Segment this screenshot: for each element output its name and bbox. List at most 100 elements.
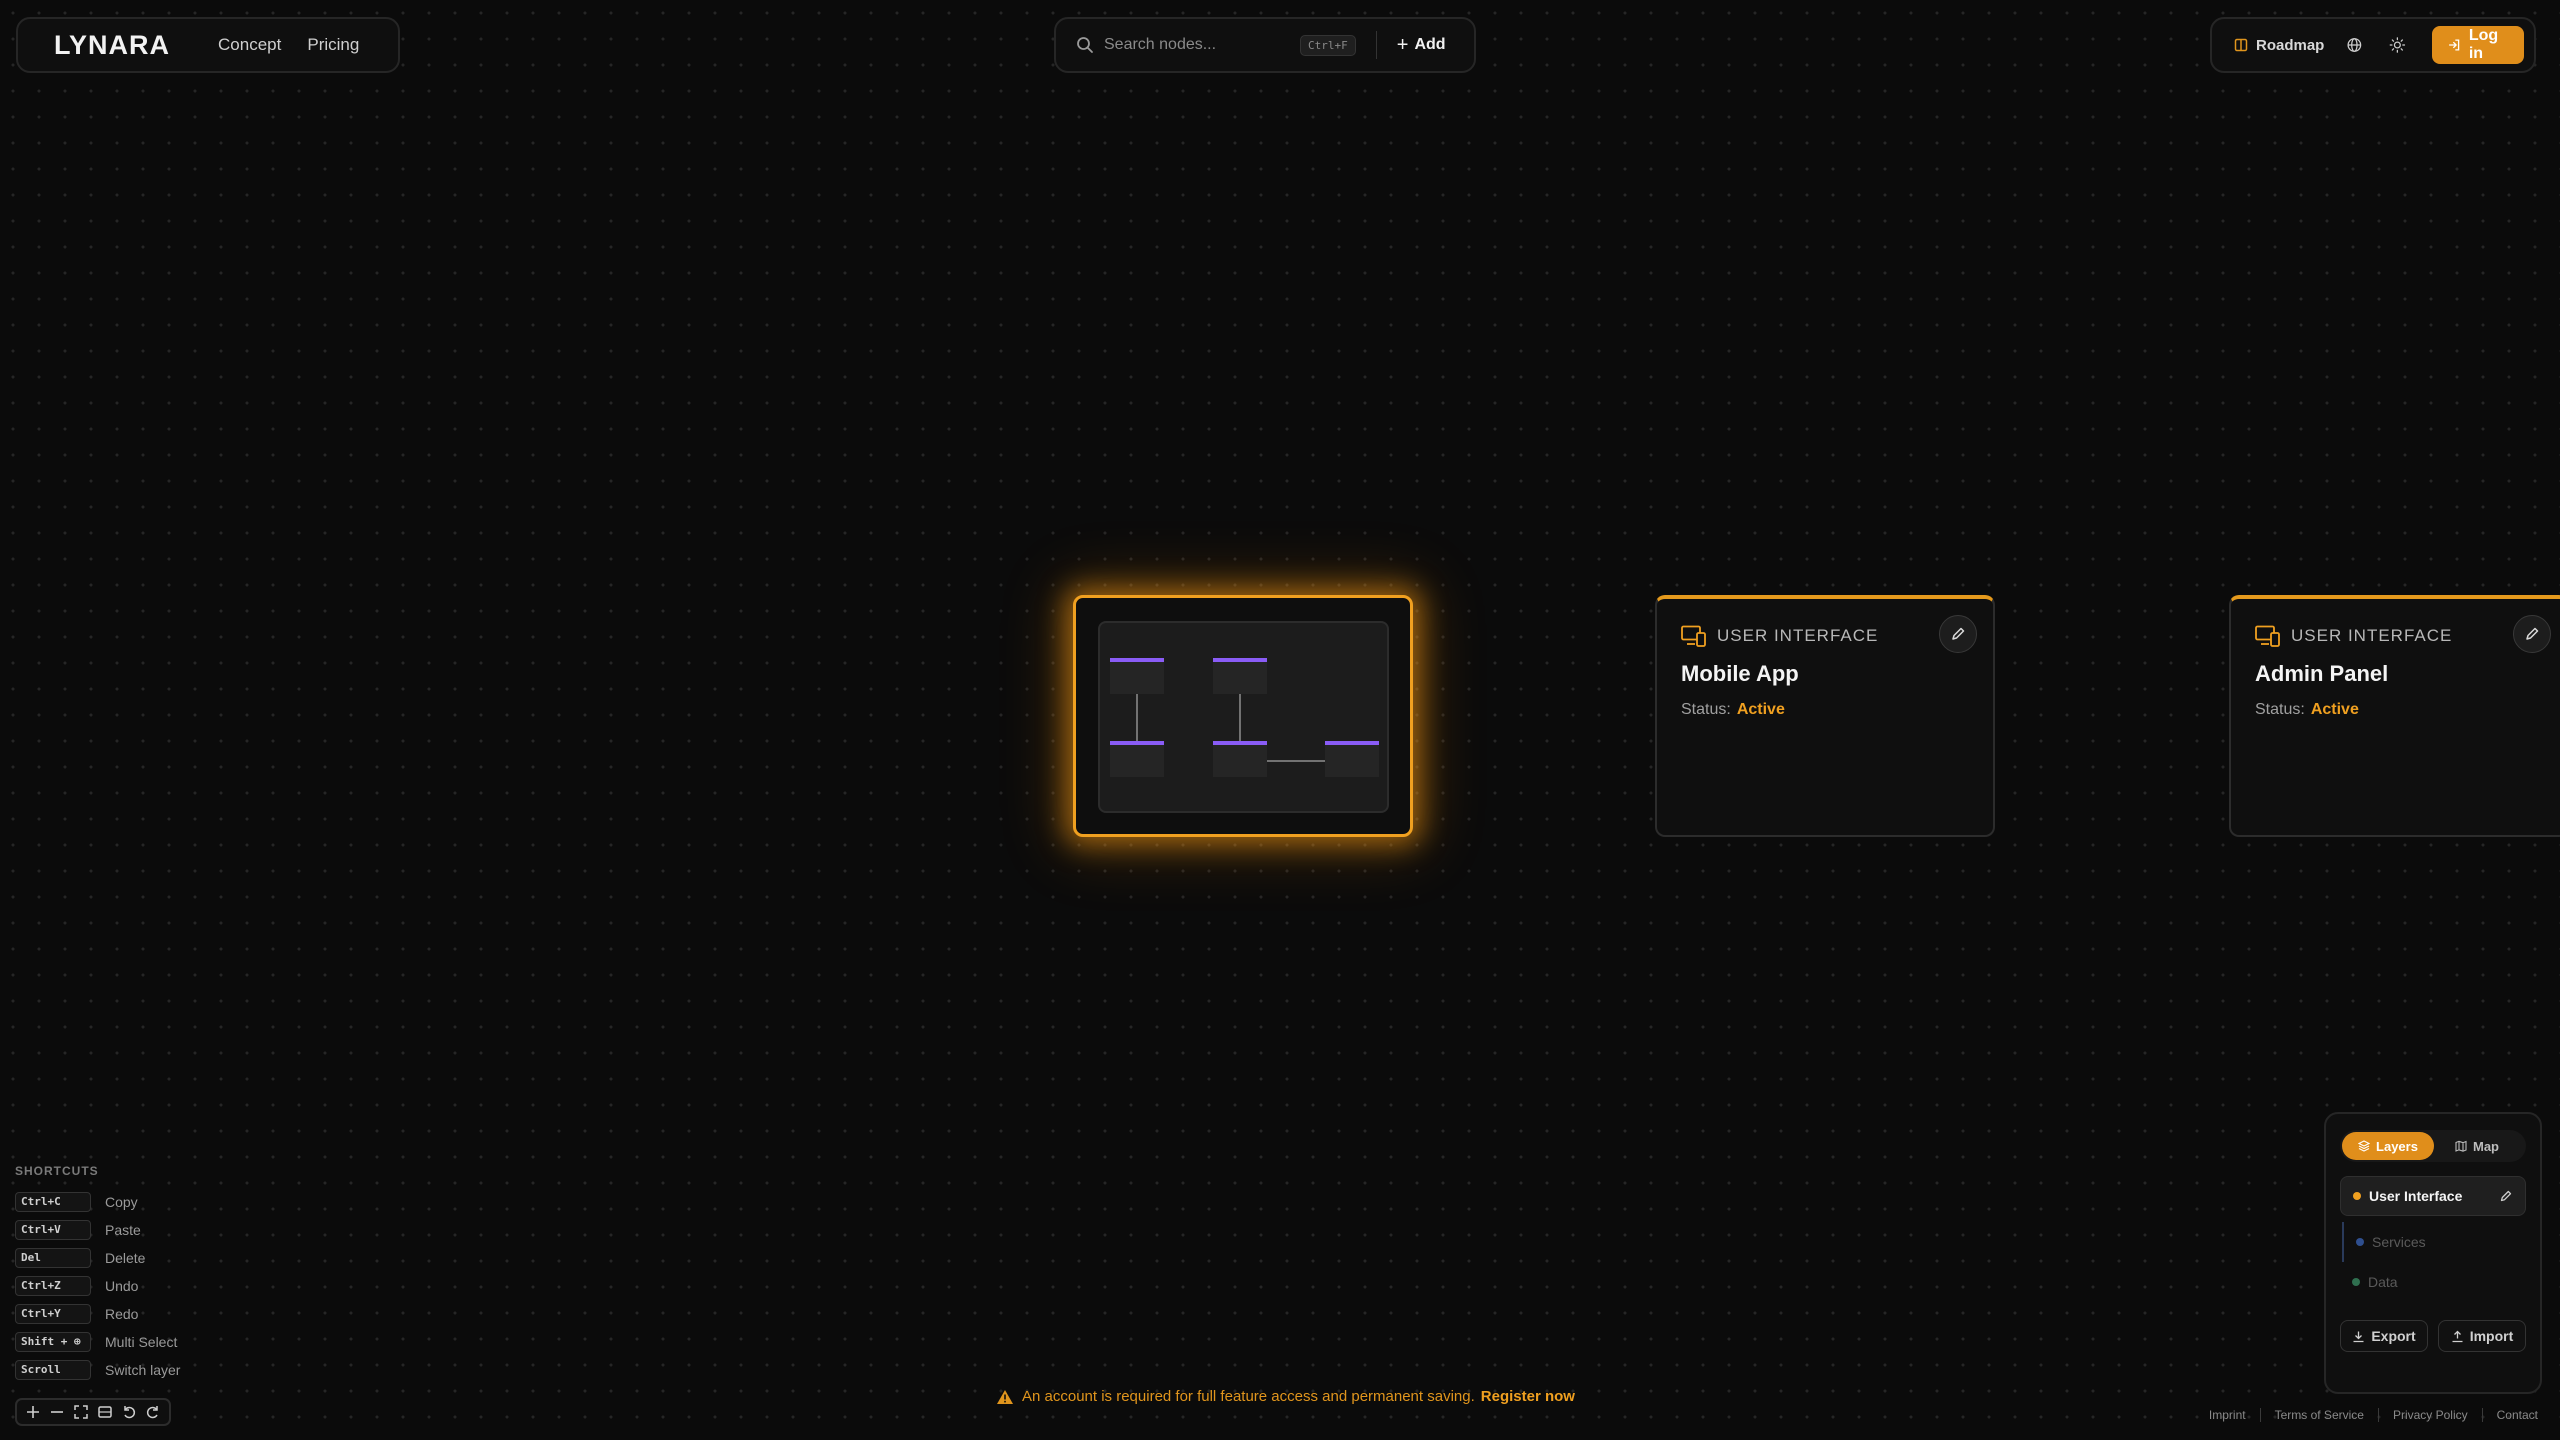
monitor-phone-icon (1681, 625, 1706, 647)
layer-item-data[interactable]: Data (2340, 1262, 2526, 1302)
shortcut-row: Ctrl+Z Undo (15, 1272, 180, 1300)
shortcut-label: Multi Select (105, 1334, 178, 1350)
search-input[interactable] (1104, 36, 1300, 54)
pencil-icon (2526, 627, 2539, 640)
footer-link-imprint[interactable]: Imprint (2209, 1408, 2246, 1422)
shortcut-key: Ctrl+Y (15, 1304, 91, 1324)
brand-nav-bar: LYNARA Concept Pricing (16, 17, 400, 73)
plus-icon: + (1396, 33, 1409, 56)
brand-name[interactable]: LYNARA (54, 30, 170, 61)
shortcut-label: Delete (105, 1250, 146, 1266)
diagram-block (1110, 658, 1164, 694)
zoom-in-icon[interactable] (24, 1403, 42, 1421)
shortcut-label: Paste (105, 1222, 141, 1238)
banner-text: An account is required for full feature … (1022, 1388, 1475, 1405)
panel-actions: Export Import (2340, 1320, 2526, 1352)
shortcut-row: Shift + ⊕ Multi Select (15, 1328, 180, 1356)
node-type-label: USER INTERFACE (1717, 626, 1879, 645)
roadmap-label: Roadmap (2256, 36, 2325, 54)
layers-icon (2358, 1140, 2371, 1152)
shortcuts-legend: SHORTCUTS Ctrl+C Copy Ctrl+V Paste Del Dele… (15, 1164, 180, 1384)
shortcut-row: Scroll Switch layer (15, 1356, 180, 1384)
footer-separator (2481, 1408, 2483, 1422)
layer-item-services[interactable]: Services (2342, 1222, 2526, 1262)
pencil-icon[interactable] (2499, 1189, 2513, 1203)
roadmap-button[interactable]: Roadmap (2234, 37, 2324, 54)
book-icon (2234, 38, 2248, 52)
shortcut-label: Switch layer (105, 1362, 181, 1378)
shortcut-row: Ctrl+C Copy (15, 1188, 180, 1216)
nav-link-pricing[interactable]: Pricing (307, 35, 359, 55)
search-shortcut-badge: Ctrl+F (1300, 34, 1356, 56)
diagram-block (1325, 741, 1379, 777)
node-header: USER INTERFACE (1681, 625, 1878, 647)
layers-panel: Layers Map User Interface Services Data … (2324, 1112, 2542, 1394)
import-label: Import (2469, 1328, 2514, 1344)
node-edit-button[interactable] (1939, 615, 1977, 653)
shortcut-row: Ctrl+Y Redo (15, 1300, 180, 1328)
panel-tabs: Layers Map (2340, 1130, 2526, 1162)
layer-name: Services (2372, 1234, 2426, 1250)
layer-name: User Interface (2369, 1188, 2463, 1204)
tab-map-label: Map (2473, 1138, 2499, 1154)
add-node-button[interactable]: + Add (1397, 34, 1446, 57)
tab-layers-label: Layers (2376, 1138, 2418, 1154)
shortcut-row: Del Delete (15, 1244, 180, 1272)
zoom-out-icon[interactable] (48, 1403, 66, 1421)
shortcut-key: Del (15, 1248, 91, 1268)
node-status: Status: Active (2255, 701, 2359, 719)
node-type-label: USER INTERFACE (2291, 626, 2453, 645)
footer-link-privacy[interactable]: Privacy Policy (2393, 1408, 2468, 1422)
layer-item-user-interface[interactable]: User Interface (2340, 1176, 2526, 1216)
footer-link-contact[interactable]: Contact (2497, 1408, 2538, 1422)
status-label: Status: (1681, 701, 1731, 718)
search-icon (1077, 37, 1093, 53)
diagram-block (1213, 658, 1267, 694)
diagram-preview-node[interactable] (1073, 595, 1413, 837)
shortcut-row: Ctrl+V Paste (15, 1216, 180, 1244)
shortcut-key: Scroll (15, 1360, 91, 1380)
minimap-icon[interactable] (96, 1403, 114, 1421)
undo-icon[interactable] (120, 1403, 138, 1421)
node-title: Mobile App (1681, 661, 1799, 686)
footer-separator (2377, 1408, 2379, 1422)
shortcut-key: Shift + ⊕ (15, 1332, 91, 1352)
shortcuts-title: SHORTCUTS (15, 1164, 99, 1178)
layer-color-dot (2356, 1238, 2364, 1246)
footer-links: Imprint Terms of Service Privacy Policy … (2209, 1408, 2538, 1422)
nav-link-concept[interactable]: Concept (218, 35, 281, 55)
layer-color-dot (2352, 1278, 2360, 1286)
monitor-phone-icon (2255, 625, 2280, 647)
login-label: Log in (2468, 27, 2499, 62)
tab-layers[interactable]: Layers (2342, 1132, 2434, 1160)
import-button[interactable]: Import (2438, 1320, 2526, 1352)
pencil-icon (1952, 627, 1965, 640)
right-toolbar: Roadmap Log in (2210, 17, 2536, 73)
sun-icon[interactable] (2389, 35, 2406, 55)
shortcut-key: Ctrl+C (15, 1192, 91, 1212)
shortcut-label: Undo (105, 1278, 139, 1294)
diagram-block (1213, 741, 1267, 777)
tab-map[interactable]: Map (2434, 1132, 2520, 1160)
diagram-preview-svg (1110, 658, 1379, 777)
download-icon (2353, 1331, 2364, 1342)
layer-color-dot (2353, 1192, 2361, 1200)
node-edit-button[interactable] (2513, 615, 2551, 653)
diagram-preview (1098, 621, 1389, 813)
search-bar: Ctrl+F + Add (1054, 17, 1476, 73)
node-mobile-app[interactable]: USER INTERFACE Mobile App Status: Active (1655, 595, 1995, 837)
register-link[interactable]: Register now (1481, 1388, 1575, 1405)
globe-icon[interactable] (2346, 35, 2363, 55)
warning-icon (997, 1389, 1013, 1404)
fit-view-icon[interactable] (72, 1403, 90, 1421)
footer-link-terms[interactable]: Terms of Service (2275, 1408, 2364, 1422)
status-value: Active (1736, 701, 1785, 718)
shortcut-label: Redo (105, 1306, 139, 1322)
login-button[interactable]: Log in (2431, 26, 2525, 64)
redo-icon[interactable] (144, 1403, 162, 1421)
footer-separator (2259, 1408, 2261, 1422)
export-button[interactable]: Export (2340, 1320, 2428, 1352)
status-value: Active (2310, 701, 2359, 718)
node-admin-panel[interactable]: USER INTERFACE Admin Panel Status: Active (2229, 595, 2560, 837)
diagram-block (1110, 741, 1164, 777)
